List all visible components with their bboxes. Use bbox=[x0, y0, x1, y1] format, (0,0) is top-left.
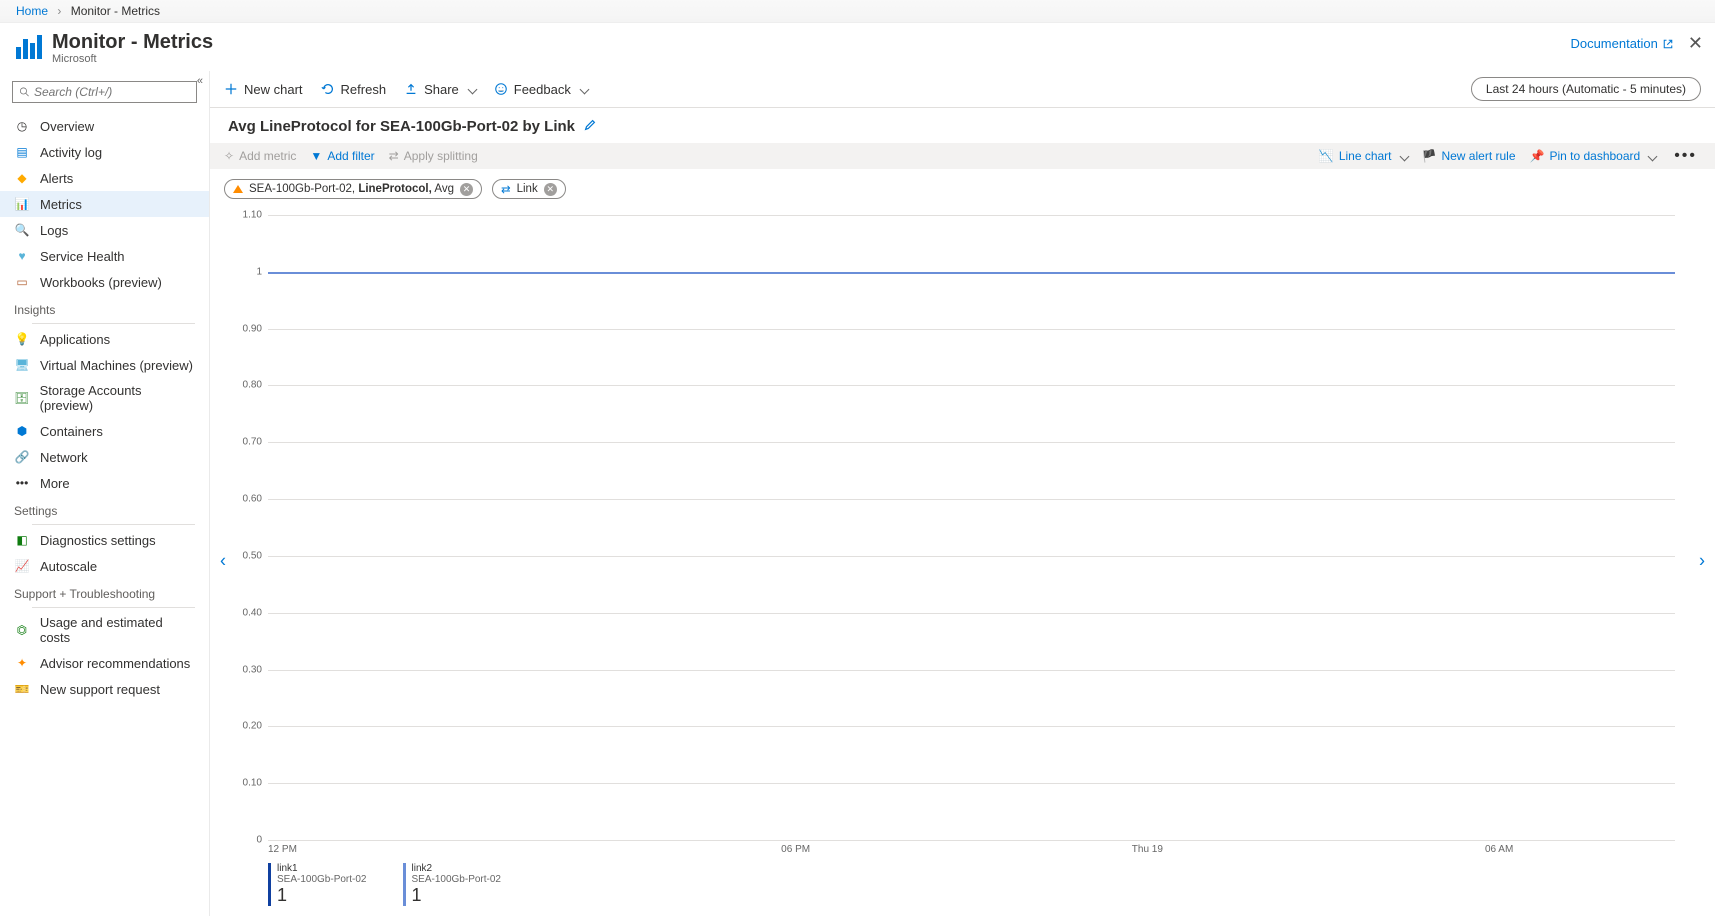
workbooks-icon: ▭ bbox=[14, 274, 30, 290]
search-icon bbox=[19, 86, 30, 98]
advisor-icon: ✦ bbox=[14, 655, 30, 671]
timerange-picker[interactable]: Last 24 hours (Automatic - 5 minutes) bbox=[1471, 77, 1701, 101]
legend-item-link1[interactable]: link1 SEA-100Gb-Port-02 1 bbox=[268, 863, 367, 906]
sidebar-item-network[interactable]: 🔗Network bbox=[0, 444, 209, 470]
close-icon[interactable]: ✕ bbox=[1688, 33, 1703, 54]
sidebar-group-settings: Settings bbox=[0, 496, 209, 522]
breadcrumb-home[interactable]: Home bbox=[16, 4, 48, 18]
diagnostics-icon: ◧ bbox=[14, 532, 30, 548]
line-chart-icon: 📉 bbox=[1319, 149, 1334, 163]
main-content: New chart Refresh Share Feedback Last 24… bbox=[210, 71, 1715, 916]
sidebar-item-containers[interactable]: ⬢Containers bbox=[0, 418, 209, 444]
sidebar-item-overview[interactable]: ◷Overview bbox=[0, 113, 209, 139]
autoscale-icon: 📈 bbox=[14, 558, 30, 574]
usage-icon: ⏣ bbox=[14, 622, 30, 638]
sidebar-item-diagnostics[interactable]: ◧Diagnostics settings bbox=[0, 527, 209, 553]
edit-title-icon[interactable] bbox=[583, 118, 597, 135]
overview-icon: ◷ bbox=[14, 118, 30, 134]
sidebar-item-alerts[interactable]: ◆Alerts bbox=[0, 165, 209, 191]
add-filter-button[interactable]: ▼Add filter bbox=[310, 149, 374, 163]
refresh-icon bbox=[321, 82, 335, 96]
breadcrumb-current: Monitor - Metrics bbox=[71, 4, 160, 18]
logs-icon: 🔍 bbox=[14, 222, 30, 238]
split-pill[interactable]: ⇄ Link ✕ bbox=[492, 179, 566, 199]
pin-icon: 📌 bbox=[1530, 149, 1545, 163]
sidebar-group-insights: Insights bbox=[0, 295, 209, 321]
refresh-button[interactable]: Refresh bbox=[321, 82, 387, 97]
new-alert-button[interactable]: 🏴New alert rule bbox=[1422, 149, 1516, 163]
sidebar-item-service-health[interactable]: ♥Service Health bbox=[0, 243, 209, 269]
collapse-sidebar-icon[interactable]: « bbox=[197, 75, 203, 87]
activity-log-icon: ▤ bbox=[14, 144, 30, 160]
metric-bar: ✧Add metric ▼Add filter ⇄Apply splitting… bbox=[210, 143, 1715, 169]
breadcrumb: Home › Monitor - Metrics bbox=[0, 0, 1715, 23]
share-button[interactable]: Share bbox=[404, 82, 476, 97]
feedback-icon bbox=[494, 82, 508, 96]
sidebar: « ◷Overview ▤Activity log ◆Alerts 📊Metri… bbox=[0, 71, 210, 916]
page-subtitle: Microsoft bbox=[52, 53, 213, 65]
more-actions-button[interactable]: ••• bbox=[1670, 147, 1701, 165]
service-health-icon: ♥ bbox=[14, 248, 30, 264]
chart-area: ‹ › 1.1010.900.800.700.600.500.400.300.2… bbox=[210, 205, 1715, 916]
chart-type-dropdown[interactable]: 📉Line chart bbox=[1319, 149, 1408, 163]
sidebar-item-vms[interactable]: 🖥Virtual Machines (preview) bbox=[0, 352, 209, 378]
chart-prev-button[interactable]: ‹ bbox=[214, 544, 232, 577]
sidebar-item-advisor[interactable]: ✦Advisor recommendations bbox=[0, 650, 209, 676]
sidebar-group-support: Support + Troubleshooting bbox=[0, 579, 209, 605]
metric-pills: SEA-100Gb-Port-02, LineProtocol, Avg ✕ ⇄… bbox=[210, 169, 1715, 205]
plus-icon bbox=[224, 82, 238, 96]
storage-icon: 🗄 bbox=[14, 390, 30, 406]
add-metric-button[interactable]: ✧Add metric bbox=[224, 149, 296, 163]
monitor-icon bbox=[16, 31, 44, 59]
documentation-link[interactable]: Documentation bbox=[1570, 36, 1673, 51]
chart-title: Avg LineProtocol for SEA-100Gb-Port-02 b… bbox=[228, 118, 575, 135]
remove-metric-icon[interactable]: ✕ bbox=[460, 183, 473, 196]
external-link-icon bbox=[1662, 38, 1674, 50]
chart-next-button[interactable]: › bbox=[1693, 544, 1711, 577]
metric-pill[interactable]: SEA-100Gb-Port-02, LineProtocol, Avg ✕ bbox=[224, 179, 482, 199]
feedback-button[interactable]: Feedback bbox=[494, 82, 588, 97]
page-title: Monitor - Metrics bbox=[52, 31, 213, 53]
split-pill-icon: ⇄ bbox=[501, 182, 511, 196]
support-icon: 🎫 bbox=[14, 681, 30, 697]
sidebar-item-workbooks[interactable]: ▭Workbooks (preview) bbox=[0, 269, 209, 295]
filter-icon: ▼ bbox=[310, 149, 322, 163]
search-input-wrap[interactable] bbox=[12, 81, 197, 103]
applications-icon: 💡 bbox=[14, 331, 30, 347]
network-icon: 🔗 bbox=[14, 449, 30, 465]
toolbar: New chart Refresh Share Feedback Last 24… bbox=[210, 71, 1715, 108]
sidebar-item-support-request[interactable]: 🎫New support request bbox=[0, 676, 209, 702]
sidebar-item-usage[interactable]: ⏣Usage and estimated costs bbox=[0, 610, 209, 650]
sidebar-item-metrics[interactable]: 📊Metrics bbox=[0, 191, 209, 217]
apply-splitting-button[interactable]: ⇄Apply splitting bbox=[389, 149, 478, 163]
new-chart-button[interactable]: New chart bbox=[224, 82, 303, 97]
chart-legend: link1 SEA-100Gb-Port-02 1 link2 SEA-100G… bbox=[268, 855, 1675, 906]
sidebar-item-autoscale[interactable]: 📈Autoscale bbox=[0, 553, 209, 579]
sidebar-item-applications[interactable]: 💡Applications bbox=[0, 326, 209, 352]
sidebar-item-more[interactable]: •••More bbox=[0, 470, 209, 496]
line-chart-plot[interactable]: 1.1010.900.800.700.600.500.400.300.200.1… bbox=[268, 215, 1675, 840]
metric-resource-icon bbox=[233, 185, 243, 193]
metrics-icon: 📊 bbox=[14, 196, 30, 212]
sidebar-item-logs[interactable]: 🔍Logs bbox=[0, 217, 209, 243]
legend-item-link2[interactable]: link2 SEA-100Gb-Port-02 1 bbox=[403, 863, 502, 906]
remove-split-icon[interactable]: ✕ bbox=[544, 183, 557, 196]
sidebar-item-activity-log[interactable]: ▤Activity log bbox=[0, 139, 209, 165]
x-axis: 12 PM06 PMThu 1906 AM bbox=[268, 840, 1675, 855]
alert-icon: 🏴 bbox=[1422, 149, 1437, 163]
vm-icon: 🖥 bbox=[14, 357, 30, 373]
search-input[interactable] bbox=[34, 85, 190, 99]
share-icon bbox=[404, 82, 418, 96]
more-icon: ••• bbox=[14, 475, 30, 491]
sidebar-item-storage[interactable]: 🗄Storage Accounts (preview) bbox=[0, 378, 209, 418]
add-metric-icon: ✧ bbox=[224, 149, 234, 163]
pin-dashboard-button[interactable]: 📌Pin to dashboard bbox=[1530, 149, 1657, 163]
split-icon: ⇄ bbox=[389, 149, 399, 163]
containers-icon: ⬢ bbox=[14, 423, 30, 439]
alerts-icon: ◆ bbox=[14, 170, 30, 186]
page-header: Monitor - Metrics Microsoft Documentatio… bbox=[0, 23, 1715, 71]
